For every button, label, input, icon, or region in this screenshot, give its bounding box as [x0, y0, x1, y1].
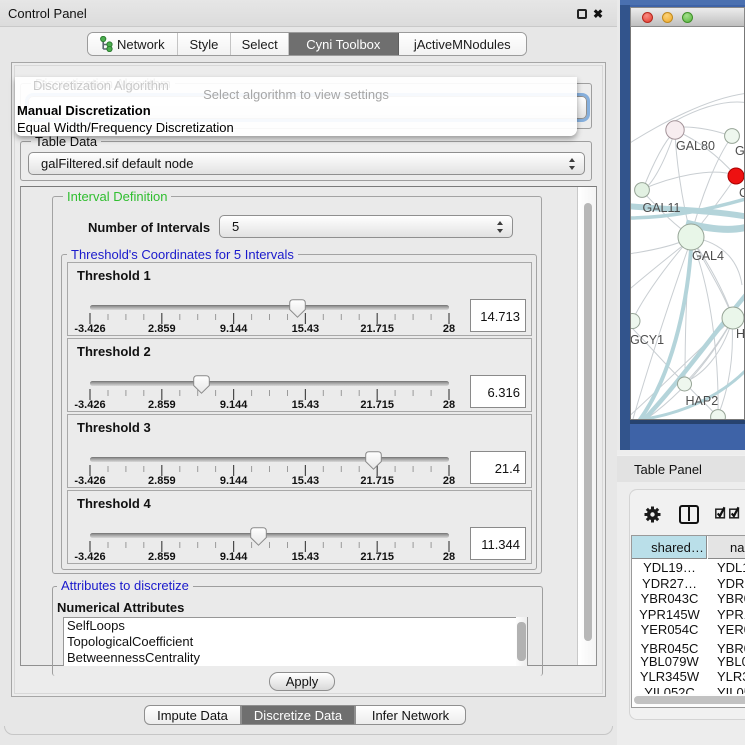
svg-text:GA: GA	[735, 144, 744, 158]
svg-text:C: C	[739, 186, 744, 200]
svg-text:GCY1: GCY1	[631, 333, 664, 347]
svg-text:GAL80: GAL80	[676, 139, 715, 153]
svg-text:GAL11: GAL11	[643, 201, 681, 215]
svg-text:H: H	[736, 327, 744, 341]
svg-text:HAP2: HAP2	[686, 394, 719, 408]
svg-text:GAL4: GAL4	[692, 249, 724, 263]
